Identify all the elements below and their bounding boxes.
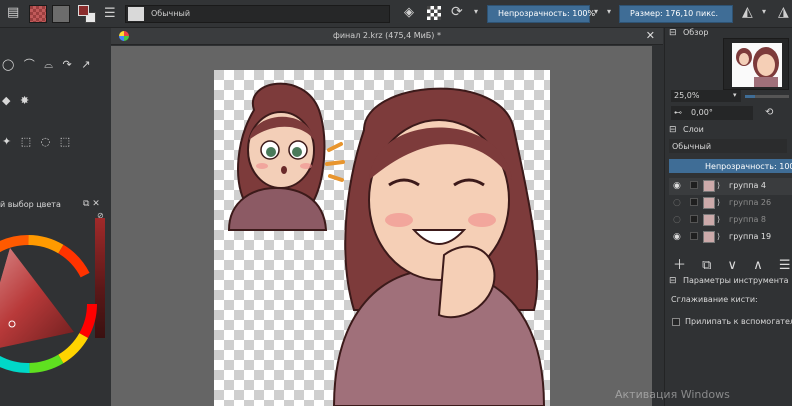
eye-closed-icon[interactable]: ○ xyxy=(673,198,683,208)
layer-name: группа 8 xyxy=(729,215,767,224)
eraser-icon[interactable]: ◈ xyxy=(404,6,414,19)
zoom-field[interactable]: 25,0% ▾ xyxy=(671,90,741,102)
blend-mode-label: Обычный xyxy=(672,142,712,151)
overview-title: Обзор xyxy=(683,28,709,37)
chevron-down-icon[interactable]: ▾ xyxy=(594,8,598,16)
chevron-down-icon[interactable]: ▾ xyxy=(607,8,611,16)
layer-row[interactable]: ◉ ⟩ группа 19 xyxy=(669,229,792,246)
blend-mode-select[interactable]: Обычный xyxy=(669,139,787,153)
zoom-slider[interactable] xyxy=(745,95,789,98)
brush-preset-label: Обычный xyxy=(151,9,191,18)
opacity-label: Непрозрачность: 100% xyxy=(498,9,596,18)
brush-settings-icon[interactable]: ☰ xyxy=(104,7,116,20)
document-icon[interactable]: ▤ xyxy=(7,6,19,19)
color-selector-title: й выбор цвета xyxy=(0,200,61,209)
mirror-vertical-icon[interactable]: ◮ xyxy=(778,5,789,19)
layer-thumbnail xyxy=(703,197,715,209)
rotate-ccw-icon[interactable]: ⟲ xyxy=(765,107,773,118)
lock-icon[interactable] xyxy=(690,181,698,189)
snap-checkbox[interactable] xyxy=(672,318,680,326)
tool-row-fill[interactable]: ◆ ✸ xyxy=(2,94,32,107)
layer-opacity-label: Непрозрачность: 100% xyxy=(705,162,792,171)
alpha-lock-icon[interactable] xyxy=(427,6,441,20)
zoom-value: 25,0% xyxy=(674,91,700,100)
layer-row[interactable]: ○ ⟩ группа 8 xyxy=(669,212,792,229)
rotation-field[interactable]: ⊷ 0,00° xyxy=(671,106,753,120)
layer-row[interactable]: ○ ⟩ группа 26 xyxy=(669,195,792,212)
layer-thumbnail xyxy=(703,180,715,192)
layer-name: группа 19 xyxy=(729,232,772,241)
layers-title: Слои xyxy=(683,125,704,134)
reload-preset-icon[interactable]: ⟳ xyxy=(451,5,463,19)
group-icon: ⟩ xyxy=(717,181,721,190)
size-slider[interactable]: Размер: 176,10 пикс. xyxy=(619,5,733,23)
document-title: финал 2.krz (475,4 МиБ) * xyxy=(333,31,441,40)
layer-thumbnail xyxy=(703,214,715,226)
mirror-horizontal-icon[interactable]: ◭ xyxy=(742,5,753,19)
pattern-swatch[interactable] xyxy=(29,5,47,23)
eye-icon[interactable]: ◉ xyxy=(673,181,683,191)
rotation-value: 0,00° xyxy=(691,108,713,117)
group-icon: ⟩ xyxy=(717,232,721,241)
overview-collapse-icon[interactable]: ⊟ xyxy=(669,28,677,38)
size-label: Размер: 176,10 пикс. xyxy=(630,9,718,18)
layer-row[interactable]: ◉ ⟩ группа 4 xyxy=(669,178,792,195)
windows-activation-watermark: Активация Windows xyxy=(615,388,730,401)
right-docker: ⊟ Обзор 25,0% ▾ ⊷ 0,00° ⟲ ⊟ Слои Обычный… xyxy=(664,28,792,406)
layer-action-buttons[interactable]: ＋ ⧉ ∨ ∧ ☰ xyxy=(673,254,792,273)
canvas-image[interactable] xyxy=(214,70,550,406)
document-tab[interactable]: финал 2.krz (475,4 МиБ) * ✕ xyxy=(111,28,663,45)
chevron-down-icon[interactable]: ▾ xyxy=(733,91,737,99)
gradient-swatch[interactable] xyxy=(52,5,70,23)
snap-label: Прилипать к вспомогательны xyxy=(685,317,792,326)
eye-closed-icon[interactable]: ○ xyxy=(673,215,683,225)
overview-preview[interactable] xyxy=(723,38,789,90)
layer-name: группа 26 xyxy=(729,198,772,207)
group-icon: ⟩ xyxy=(717,198,721,207)
canvas-viewport[interactable] xyxy=(111,46,663,406)
smoothing-label: Сглаживание кисти: xyxy=(671,295,758,304)
tool-row-shapes[interactable]: ◯ ⌒ ⌓ ↷ ↗ xyxy=(2,56,93,72)
tool-options-collapse-icon[interactable]: ⊟ xyxy=(669,276,677,286)
top-toolbar: ▤ ☰ Обычный ◈ ⟳ ▾ Непрозрачность: 100% ▾… xyxy=(0,0,792,28)
chevron-down-icon[interactable]: ▾ xyxy=(474,8,478,16)
layer-opacity-slider[interactable]: Непрозрачность: 100% xyxy=(669,159,792,173)
layers-collapse-icon[interactable]: ⊟ xyxy=(669,125,677,135)
tool-row-selection[interactable]: ✦ ⬚ ◌ ⬚ xyxy=(2,135,73,148)
tool-options-title: Параметры инструмента xyxy=(683,276,789,285)
rotate-icon: ⊷ xyxy=(674,108,682,117)
canvas-vertical-scrollbar[interactable] xyxy=(652,46,663,406)
opacity-slider[interactable]: Непрозрачность: 100% xyxy=(487,5,595,23)
color-wheel[interactable] xyxy=(0,224,98,384)
close-icon[interactable]: ✕ xyxy=(646,29,655,42)
lock-icon[interactable] xyxy=(690,198,698,206)
eye-icon[interactable]: ◉ xyxy=(673,232,683,242)
group-icon: ⟩ xyxy=(717,215,721,224)
chevron-down-icon[interactable]: ▾ xyxy=(762,8,766,16)
layer-thumbnail xyxy=(703,231,715,243)
lock-icon[interactable] xyxy=(690,232,698,240)
docker-float-icon[interactable]: ⧉ ✕ xyxy=(83,199,100,209)
artwork-illustration xyxy=(227,82,546,406)
fg-bg-color-swatch[interactable] xyxy=(78,5,96,23)
brush-preview-icon xyxy=(128,7,144,21)
left-docker: ◯ ⌒ ⌓ ↷ ↗ ◆ ✸ ✦ ⬚ ◌ ⬚ й выбор цвета ⧉ ✕ … xyxy=(0,28,111,406)
brush-preset-select[interactable]: Обычный xyxy=(125,5,390,23)
layer-name: группа 4 xyxy=(729,181,767,190)
overview-thumbnail xyxy=(732,43,782,87)
lock-icon[interactable] xyxy=(690,215,698,223)
